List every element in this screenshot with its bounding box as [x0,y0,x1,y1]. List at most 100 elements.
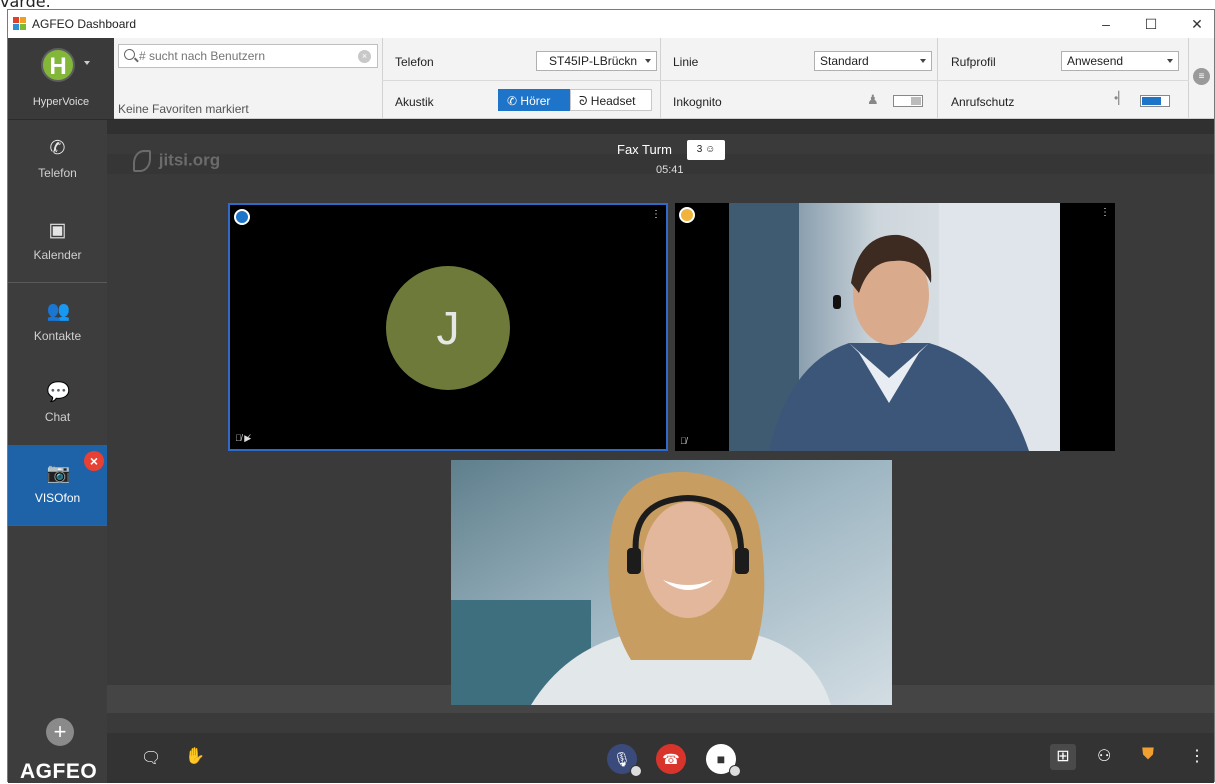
add-icon[interactable]: + [46,718,74,746]
app-window: AGFEO Dashboard – ☐ ✕ H HyperVoice × Kei… [7,9,1215,783]
linie-select[interactable]: Standard [814,51,932,71]
nav-kalender[interactable]: ▣ Kalender [8,202,107,282]
divider [660,38,661,119]
phone-icon: ✆ [507,94,518,108]
meeting-toolbar: 🗨 ✋ 🎙 ☎ ■ ⊞ ⚇ ⛊ ⋮ [107,733,1214,783]
divider [382,80,1189,81]
muted-indicator-icon: 🎙̸ [680,436,687,446]
jitsi-logo-icon [133,150,151,172]
nav-kontakte[interactable]: 👥 Kontakte [8,283,107,363]
hangup-button[interactable]: ☎ [656,744,686,774]
participants-icon[interactable]: ⚇ [1097,746,1111,766]
phone-icon: ✆ [49,138,66,159]
divider [8,525,107,526]
participant-video-man [729,203,1060,451]
contacts-icon: 👥 [46,301,71,322]
raise-hand-icon[interactable]: ✋ [185,746,205,766]
search-input[interactable] [139,47,354,65]
connection-indicator-icon [234,209,250,225]
nav-visofon-label: VISOfon [34,491,81,505]
nav-visofon[interactable]: 📷 VISOfon × [8,445,107,525]
menu-icon[interactable]: ≡ [1193,68,1210,85]
more-options-icon[interactable]: ⋮ [651,209,661,220]
inkognito-label: Inkognito [673,95,722,109]
linie-select-value: Standard [820,54,869,68]
tile-view-icon[interactable]: ⊞ [1050,744,1076,770]
security-shield-icon[interactable]: ⛊ [1142,746,1154,764]
conference-name: Fax Turm [617,142,672,157]
video-tile-local[interactable]: ⋮ J 🎙̸ ▶̸ [228,203,668,451]
favorites-empty-text: Keine Favoriten markiert [118,102,249,116]
nav-chat-label: Chat [44,410,71,424]
close-button[interactable]: ✕ [1182,13,1212,35]
hangup-icon: ☎ [662,751,680,767]
more-options-icon[interactable]: ⋮ [1100,207,1110,218]
jitsi-watermark: jitsi.org [133,150,220,172]
akustik-headset-label: Headset [590,94,636,108]
incognito-person-icon: ♟ [867,92,879,107]
chevron-down-icon[interactable] [630,765,642,777]
minimize-button[interactable]: – [1091,13,1121,35]
divider [1188,38,1189,119]
telefon-label: Telefon [395,55,434,69]
linie-label: Linie [673,55,699,69]
chevron-down-icon [645,59,651,63]
jitsi-watermark-text: jitsi.org [158,150,221,170]
video-camera-icon: ■ [716,751,726,767]
chat-icon: 💬 [46,382,71,403]
participant-count[interactable]: 3 ☺ [687,140,725,160]
brand-logo: AGFEO [20,760,98,783]
telefon-select[interactable]: ST45IP-LBrückn [536,51,657,71]
more-options-icon[interactable]: ⋮ [1189,746,1205,766]
video-conference-stage: jitsi.org Fax Turm 3 ☺ 05:41 ⋮ J 🎙̸ ▶̸ ⋮… [107,120,1214,783]
nav-telefon[interactable]: ✆ Telefon [8,120,107,200]
muted-indicator-icon: 🎙̸ ▶̸ [235,433,252,443]
nav-kontakte-label: Kontakte [33,329,82,343]
telefon-select-value: ST45IP-LBrückn [549,54,638,68]
close-visofon-icon[interactable]: × [84,451,104,471]
rufprofil-select[interactable]: Anwesend [1061,51,1179,71]
chevron-down-icon [920,59,926,63]
anrufschutz-toggle[interactable] [1140,95,1170,107]
user-avatar[interactable]: H [41,48,75,82]
call-timer: 05:41 [656,164,684,176]
microphone-muted-icon: 🎙 [613,751,631,767]
mute-microphone-button[interactable]: 🎙 [607,744,642,777]
calendar-icon: ▣ [48,220,67,241]
clear-search-icon[interactable]: × [358,50,371,63]
rufprofil-select-value: Anwesend [1067,54,1124,68]
akustik-hoerer-button[interactable]: ✆ Hörer [498,89,570,111]
participant-video-woman [451,460,892,705]
user-name: HyperVoice [32,96,90,108]
maximize-button[interactable]: ☐ [1136,13,1166,35]
video-tile-man[interactable]: ⋮ 🎙̸ [675,203,1115,451]
window-title: AGFEO Dashboard [32,17,137,31]
rufprofil-label: Rufprofil [951,55,996,69]
inkognito-toggle[interactable] [893,95,923,107]
search-box[interactable]: × [118,44,378,68]
do-not-disturb-icon: •▏ [1114,91,1128,105]
video-tile-woman[interactable] [451,460,892,705]
participant-count-value: 3 [696,144,703,155]
headset-icon: ᘐ [579,94,588,108]
chevron-down-icon[interactable] [84,61,90,65]
anrufschutz-label: Anrufschutz [951,95,1015,109]
connection-indicator-icon [679,207,695,223]
chevron-down-icon [1167,59,1173,63]
app-logo-icon [13,17,27,31]
akustik-headset-button[interactable]: ᘐ Headset [570,89,652,111]
participants-icon: ☺ [705,144,716,155]
top-toolbar: H HyperVoice × Keine Favoriten markiert … [8,38,1214,119]
akustik-label: Akustik [395,95,434,109]
sidebar: ✆ Telefon ▣ Kalender 👥 Kontakte 💬 Chat 📷… [8,120,107,783]
search-icon [124,49,135,60]
participant-avatar: J [386,266,510,390]
nav-telefon-label: Telefon [38,166,77,180]
chat-icon[interactable]: 🗨 [141,748,161,768]
divider [382,38,383,119]
camera-button[interactable]: ■ [706,744,741,777]
partial-heading: varde. [0,0,1215,9]
nav-chat[interactable]: 💬 Chat [8,364,107,444]
user-panel: H HyperVoice [8,38,114,119]
chevron-down-icon[interactable] [729,765,741,777]
